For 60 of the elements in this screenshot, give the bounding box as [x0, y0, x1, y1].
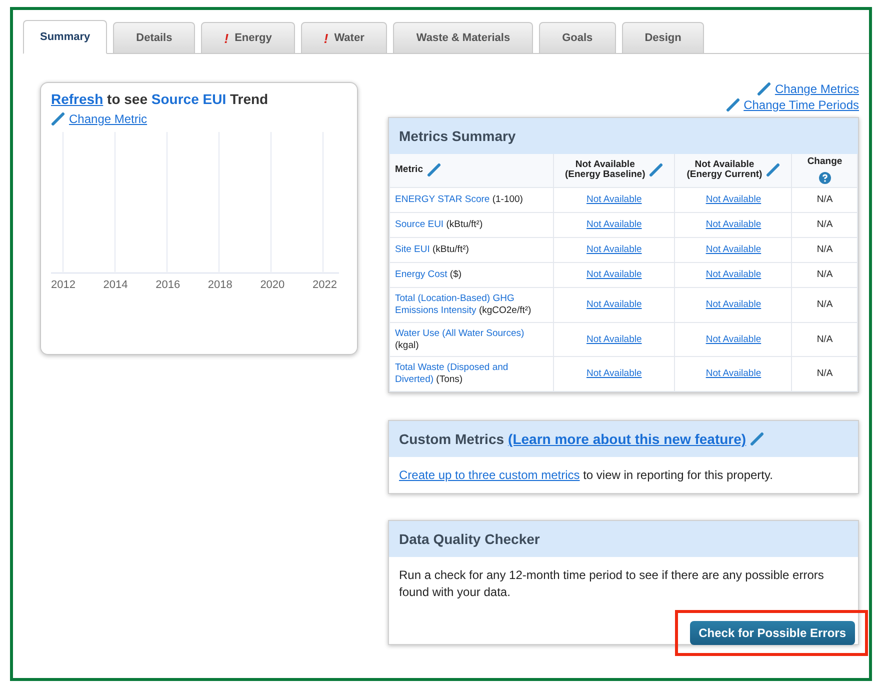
- pencil-icon[interactable]: [649, 163, 664, 178]
- change-cell: N/A: [792, 237, 858, 262]
- metric-name-cell: Source EUI (kBtu/ft²): [390, 212, 554, 238]
- metric-name-cell: Total Waste (Disposed and Diverted) (Tons): [390, 356, 554, 392]
- tab[interactable]: ! Energy: [201, 22, 295, 54]
- help-icon[interactable]: [818, 172, 831, 184]
- not-available-link[interactable]: Not Available: [706, 298, 762, 310]
- axis-tick-label: 2012: [51, 279, 76, 291]
- change-cell: N/A: [792, 212, 858, 238]
- axis-tick-label: 2018: [208, 279, 232, 291]
- metric-name-cell: Energy Cost ($): [390, 262, 554, 288]
- tab[interactable]: Goals: [539, 22, 616, 54]
- metric-name-cell: Water Use (All Water Sources) (kgal): [390, 322, 554, 357]
- change-cell: N/A: [792, 356, 858, 392]
- axis-tick-label: 2020: [260, 279, 285, 291]
- column-header: Not Available (Energy Baseline): [565, 160, 646, 182]
- card-title: Refresh to see Source EUI Trend: [51, 91, 270, 107]
- not-available-link[interactable]: Not Available: [586, 368, 642, 380]
- panel-title: Data Quality Checker: [399, 531, 540, 548]
- pencil-icon[interactable]: [756, 82, 771, 96]
- column-header: Not Available (Energy Current): [686, 160, 762, 182]
- panel-title: Custom Metrics: [399, 431, 504, 448]
- pencil-icon[interactable]: [51, 112, 65, 126]
- column-header: Metric: [395, 164, 423, 176]
- change-cell: N/A: [792, 187, 858, 212]
- pencil-icon[interactable]: [766, 163, 780, 178]
- axis-tick-label: 2016: [156, 279, 180, 291]
- column-header: Change: [807, 157, 842, 168]
- change-metric-link[interactable]: Change Metric: [69, 112, 148, 126]
- change-cell: N/A: [792, 322, 858, 357]
- tab[interactable]: Details: [113, 22, 196, 54]
- create-metrics-link[interactable]: Create up to three custom metrics: [399, 468, 580, 482]
- change-link[interactable]: Change Metrics: [774, 82, 859, 96]
- metric-name-cell: ENERGY STAR Score (1-100): [390, 187, 554, 212]
- change-cell: N/A: [792, 287, 858, 322]
- metric-name-cell: Total (Location-Based) GHG Emissions Intensity (kgCO2e/ft²): [390, 287, 554, 322]
- change-link[interactable]: Change Time Periods: [744, 98, 859, 112]
- metric-name-cell: Site EUI (kBtu/ft²): [390, 237, 554, 262]
- axis-tick-label: 2014: [103, 279, 128, 291]
- panel-title: Metrics Summary: [399, 128, 516, 144]
- alert-icon: !: [224, 30, 229, 46]
- learn-more-link[interactable]: (Learn more about this new feature): [508, 431, 746, 448]
- pencil-icon[interactable]: [750, 432, 764, 446]
- data-quality-text: Run a check for any 12-month time period to see if there are any possible errors found with your data.: [398, 567, 825, 601]
- tab[interactable]: ! Water: [300, 22, 388, 54]
- refresh-link[interactable]: Refresh: [51, 91, 104, 107]
- not-available-link[interactable]: Not Available: [706, 368, 762, 380]
- tab[interactable]: Summary: [23, 20, 108, 54]
- tab[interactable]: Waste & Materials: [393, 22, 534, 54]
- check-errors-button[interactable]: Check for Possible Errors: [690, 620, 855, 645]
- change-cell: N/A: [792, 262, 858, 288]
- pencil-icon[interactable]: [426, 163, 441, 178]
- alert-icon: !: [324, 30, 328, 46]
- custom-metrics-text: Create up to three custom metrics to view in reporting for this property.: [398, 467, 774, 484]
- not-available-link[interactable]: Not Available: [586, 298, 642, 310]
- tab[interactable]: Design: [622, 22, 704, 54]
- not-available-link[interactable]: Not Available: [586, 334, 642, 345]
- pencil-icon[interactable]: [726, 98, 740, 112]
- axis-tick-label: 2022: [312, 279, 337, 291]
- not-available-link[interactable]: Not Available: [706, 334, 762, 345]
